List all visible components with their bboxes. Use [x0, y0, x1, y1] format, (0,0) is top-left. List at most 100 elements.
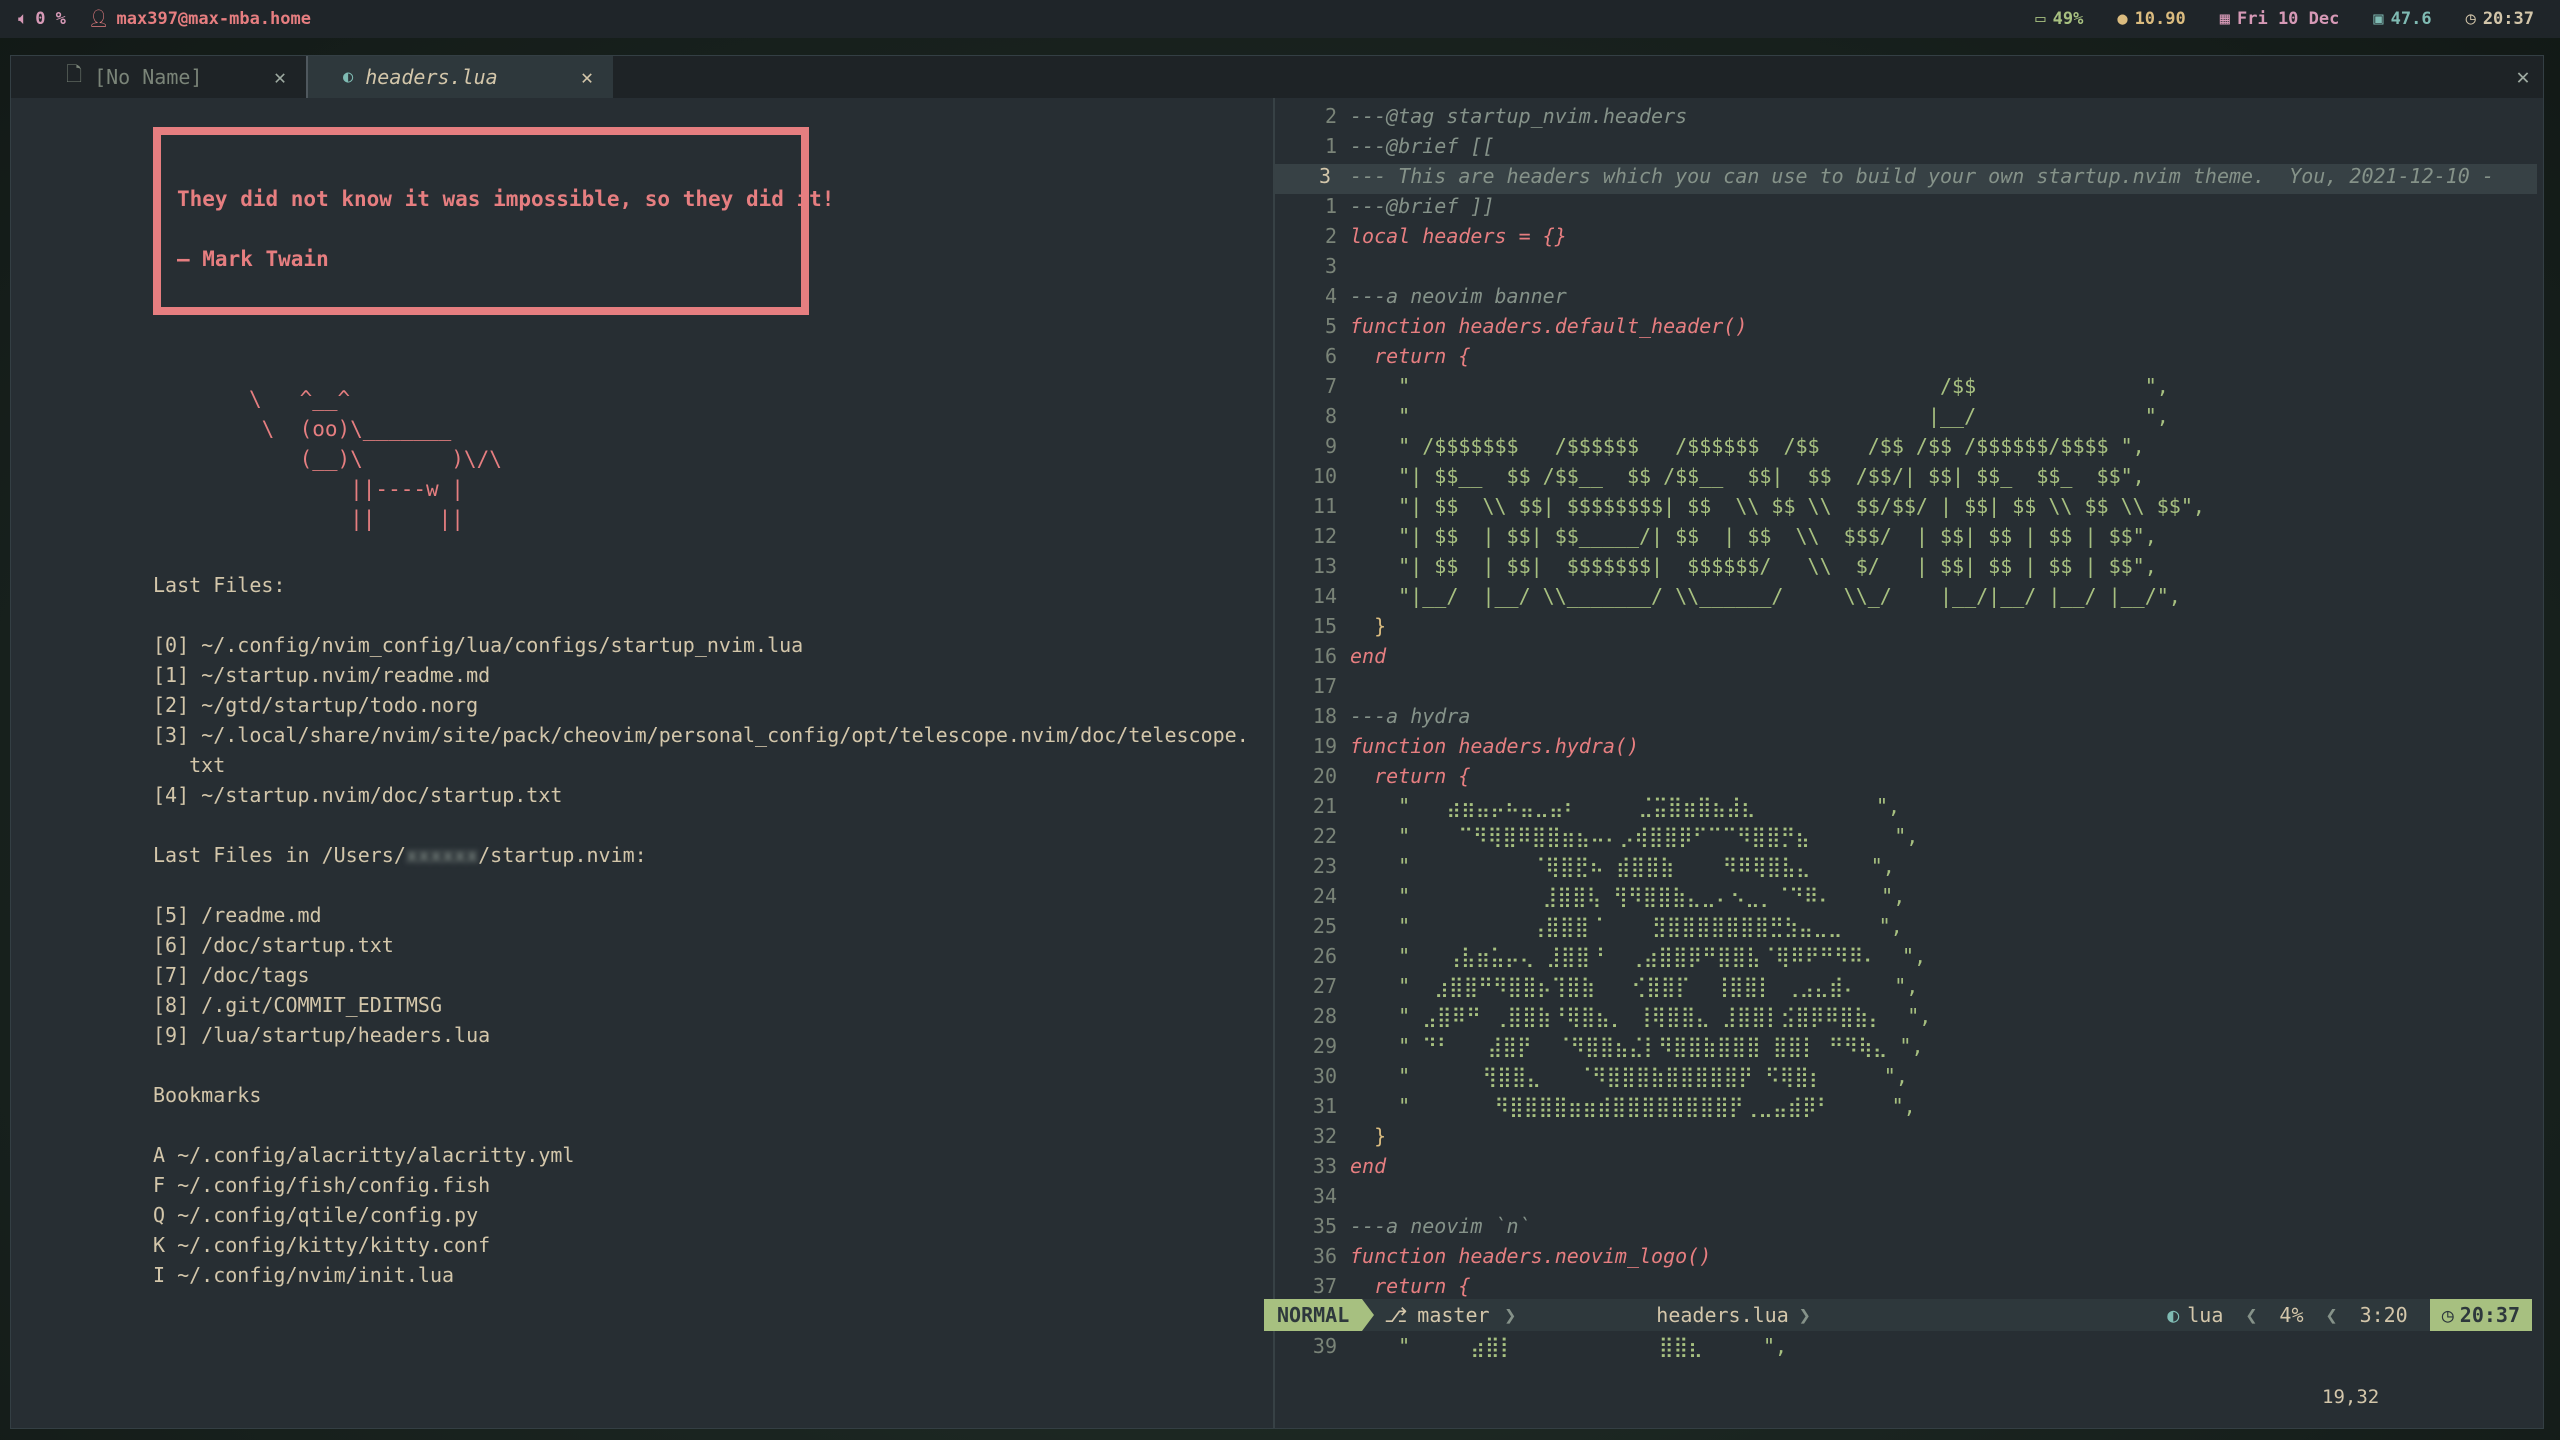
code-line[interactable]: 23 " ⠈⢿⣿⣟⠦ ⣾⣿⣿⣷ ⠻⠿⢿⣿⣧⣄ ", [1275, 854, 2537, 884]
bookmark-item[interactable]: F ~/.config/fish/config.fish [153, 1173, 490, 1197]
code-line[interactable]: 14 "|__/ |__/ \\_______/ \\______/ \\_/ … [1275, 584, 2537, 614]
bookmark-item[interactable]: I ~/.config/nvim/init.lua [153, 1263, 454, 1287]
code-line[interactable]: 12 "| $$ | $$| $$_____/| $$ | $$ \\ $$$/… [1275, 524, 2537, 554]
code-line[interactable]: 34 [1275, 1184, 2537, 1214]
volume-indicator[interactable]: 🔈︎ 0 % [18, 9, 66, 29]
code-line[interactable]: 1 ---@brief ]] [1275, 194, 2537, 224]
code-line[interactable]: 26 " ⢠⣧⣶⣥⡤⢄ ⣸⣿⣿⠘ ⢀⣴⣿⣿⡿⠛⣿⣿⣧⠈⢿⠿⠟⠛⠻⠿⠄ ", [1275, 944, 2537, 974]
code-text: function headers.neovim_logo() [1350, 1244, 1712, 1268]
code-line[interactable]: 19 function headers.hydra() [1275, 734, 2537, 764]
bookmark-item[interactable]: K ~/.config/kitty/kitty.conf [153, 1233, 490, 1257]
line-number: 5 [1324, 314, 1337, 338]
code-line[interactable]: 2 ---@tag startup_nvim.headers [1275, 104, 2537, 134]
code-line[interactable]: 9 " /$$$$$$$ /$$$$$$ /$$$$$$ /$$ /$$ /$$… [1275, 434, 2537, 464]
code-line[interactable]: 7 " /$$ ", [1275, 374, 2537, 404]
code-line[interactable]: 39 " ⣴⣿⡇ ⣿⣿⣆ ", [1275, 1334, 2537, 1364]
close-icon[interactable]: ✕ [274, 65, 286, 89]
line-number: 33 [1312, 1154, 1337, 1178]
code-line[interactable]: 6 return { [1275, 344, 2537, 374]
line-number: 8 [1324, 404, 1337, 428]
code-line[interactable]: 13 "| $$ | $$| $$$$$$$| $$$$$$/ \\ $/ | … [1275, 554, 2537, 584]
close-icon[interactable]: ✕ [581, 65, 593, 89]
code-text: " |__/ ", [1350, 404, 2169, 428]
project-file-item[interactable]: [7] /doc/tags [153, 963, 310, 987]
code-line[interactable]: 28 " ⣠⣿⠿⠛ ⢀⣿⣿⣷⠘⢿⣿⣦⡀ ⢸⢿⣿⣿⣄ ⣸⣿⣿⡇⣪⣿⡿⠿⣿⣷⡄ ", [1275, 1004, 2537, 1034]
file-icon: 🗋︎ [66, 62, 83, 86]
code-line[interactable]: 27 " ⣰⣿⣿⠛⠻⣿⣿⡦⢹⣿⣷ ⢊⣿⣿⡏ ⢸⣿⣿⡇ ⢀⣠⣄⣾⠄ ", [1275, 974, 2537, 1004]
code-line[interactable]: 30 " ⢻⣿⣿⣄ ⠈⠻⣿⣿⣿⣷⣿⣿⣿⣿⣿⡟ ⠫⢿⣿⡆ ", [1275, 1064, 2537, 1094]
quote-box: They did not know it was impossible, so … [153, 127, 834, 315]
code-line[interactable]: 11 "| $$ \\ $$| $$$$$$$$| $$ \\ $$ \\ $$… [1275, 494, 2537, 524]
code-line[interactable]: 10 "| $$__ $$ /$$__ $$ /$$__ $$| $$ /$$/… [1275, 464, 2537, 494]
code-line[interactable]: 15 } [1275, 614, 2537, 644]
code-text: } [1350, 1124, 1387, 1148]
code-text: " ⣠⣿⠿⠛ ⢀⣿⣿⣷⠘⢿⣿⣦⡀ ⢸⢿⣿⣿⣄ ⣸⣿⣿⡇⣪⣿⡿⠿⣿⣷⡄ ", [1350, 1004, 1932, 1028]
code-line[interactable]: 20 return { [1275, 764, 2537, 794]
code-line[interactable]: 24 " ⣸⣿⣿⢧ ⢻⠻⣿⣿⣷⣄⣀⠄⠢⣀⡀⠈⠙⠿⠄ ", [1275, 884, 2537, 914]
volume-value: 0 % [35, 9, 66, 29]
line-number: 36 [1312, 1244, 1337, 1268]
line-number: 22 [1312, 824, 1337, 848]
code-text: "| $$ \\ $$| $$$$$$$$| $$ \\ $$ \\ $$/$$… [1350, 494, 2205, 518]
code-line[interactable]: 8 " |__/ ", [1275, 404, 2537, 434]
close-window-icon[interactable]: ✕ [2503, 56, 2543, 98]
code-text: return { [1350, 1274, 1471, 1298]
code-line[interactable]: 32 } [1275, 1124, 2537, 1154]
tab-no-name[interactable]: 🗋︎ [No Name] ✕ [11, 56, 308, 98]
code-line[interactable]: 31 " ⠻⣿⣿⣿⣿⣶⣶⣾⣿⣿⣿⣿⣿⣿⣿⣿⡟⢀⣀⣤⣾⡿⠃ ", [1275, 1094, 2537, 1124]
code-text: " ⠻⣿⣿⣿⣿⣶⣶⣾⣿⣿⣿⣿⣿⣿⣿⣿⡟⢀⣀⣤⣾⡿⠃ ", [1350, 1094, 1916, 1118]
code-line[interactable]: 1 ---@brief [[ [1275, 134, 2537, 164]
last-file-item[interactable]: [1] ~/startup.nvim/readme.md [153, 663, 490, 687]
project-file-item[interactable]: [5] /readme.md [153, 903, 322, 927]
code-text: } [1350, 614, 1387, 638]
code-text: " ⠈⢿⣿⣟⠦ ⣾⣿⣿⣷ ⠻⠿⢿⣿⣧⣄ ", [1350, 854, 1895, 878]
code-line[interactable]: 25 " ⢠⣿⣿⣿⠈ ⣻⣿⣿⣿⣿⣿⣿⣿⣛⣳⣤⣀⣀ ", [1275, 914, 2537, 944]
code-line[interactable]: 22 " ⠉⠻⢿⣿⠿⣿⣿⣶⣦⠤⠄⡠⢾⣿⣿⡿⠋⠉⠉⠻⣿⣿⡛⣦ ", [1275, 824, 2537, 854]
code-text: " ⢠⣧⣶⣥⡤⢄ ⣸⣿⣿⠘ ⢀⣴⣿⣿⡿⠛⣿⣿⣧⠈⢿⠿⠟⠛⠻⠿⠄ ", [1350, 944, 1927, 968]
line-number: 16 [1312, 644, 1337, 668]
project-file-item[interactable]: [6] /doc/startup.txt [153, 933, 394, 957]
last-file-item[interactable]: [2] ~/gtd/startup/todo.norg [153, 693, 478, 717]
tab-headers-lua[interactable]: ◐ headers.lua ✕ [308, 56, 613, 98]
coin-icon: ● [2117, 9, 2128, 29]
code-line[interactable]: 29 " ⠙⠃ ⣼⣿⡟ ⠈⠻⣿⣿⣦⣌⡇⠻⣿⣿⣷⣿⣿⣿ ⣿⣿⡇ ⠛⠻⢷⣄ ", [1275, 1034, 2537, 1064]
code-line[interactable]: 4 ---a neovim banner [1275, 284, 2537, 314]
line-number: 21 [1312, 794, 1337, 818]
line-number: 7 [1324, 374, 1337, 398]
bookmark-item[interactable]: A ~/.config/alacritty/alacritty.yml [153, 1143, 574, 1167]
code-line[interactable]: 21 " ⣴⣶⣤⡤⠦⣤⣀⣤⠆ ⣈⣭⣿⣶⣿⣦⣼⣆ ", [1275, 794, 2537, 824]
code-line[interactable]: 36 function headers.neovim_logo() [1275, 1244, 2537, 1274]
user-host: max397@max-mba.home [116, 9, 311, 29]
code-line[interactable]: 2 local headers = {} [1275, 224, 2537, 254]
code-line[interactable]: 17 [1275, 674, 2537, 704]
last-file-item[interactable]: [3] ~/.local/share/nvim/site/pack/cheovi… [153, 723, 1249, 747]
battery-indicator: ▭ 49% [2035, 9, 2083, 29]
branch-name: master [1417, 1303, 1490, 1327]
last-file-item[interactable]: [0] ~/.config/nvim_config/lua/configs/st… [153, 633, 803, 657]
project-file-item[interactable]: [9] /lua/startup/headers.lua [153, 1023, 490, 1047]
code-line[interactable]: 16 end [1275, 644, 2537, 674]
line-number: 12 [1312, 524, 1337, 548]
code-editor-pane[interactable]: 2 ---@tag startup_nvim.headers 1 ---@brief … [1275, 98, 2543, 1428]
user-icon: 👤︎ [87, 9, 110, 29]
line-number: 6 [1324, 344, 1337, 368]
date-indicator: ▦ Fri 10 Dec [2220, 9, 2340, 29]
bookmark-item[interactable]: Q ~/.config/qtile/config.py [153, 1203, 478, 1227]
line-number: 19 [1312, 734, 1337, 758]
mode-indicator: NORMAL [1264, 1299, 1363, 1331]
code-line[interactable]: 5 function headers.default_header() [1275, 314, 2537, 344]
code-line[interactable]: 3 --- This are headers which you can use … [1275, 164, 2537, 194]
code-line[interactable]: 18 ---a hydra [1275, 704, 2537, 734]
project-file-item[interactable]: [8] /.git/COMMIT_EDITMSG [153, 993, 442, 1017]
code-text: function headers.default_header() [1350, 314, 1748, 338]
code-line[interactable]: 35 ---a neovim `n` [1275, 1214, 2537, 1244]
code-text: end [1350, 1154, 1387, 1178]
code-text: " ⣴⣶⣤⡤⠦⣤⣀⣤⠆ ⣈⣭⣿⣶⣿⣦⣼⣆ ", [1350, 794, 1901, 818]
line-number: 11 [1312, 494, 1337, 518]
line-number: 32 [1312, 1124, 1337, 1148]
code-line[interactable]: 3 [1275, 254, 2537, 284]
code-line[interactable]: 33 end [1275, 1154, 2537, 1184]
code-text: " ⣸⣿⣿⢧ ⢻⠻⣿⣿⣷⣄⣀⠄⠢⣀⡀⠈⠙⠿⠄ ", [1350, 884, 1906, 908]
code-text: end [1350, 644, 1387, 668]
last-file-item[interactable]: [4] ~/startup.nvim/doc/startup.txt [153, 783, 562, 807]
